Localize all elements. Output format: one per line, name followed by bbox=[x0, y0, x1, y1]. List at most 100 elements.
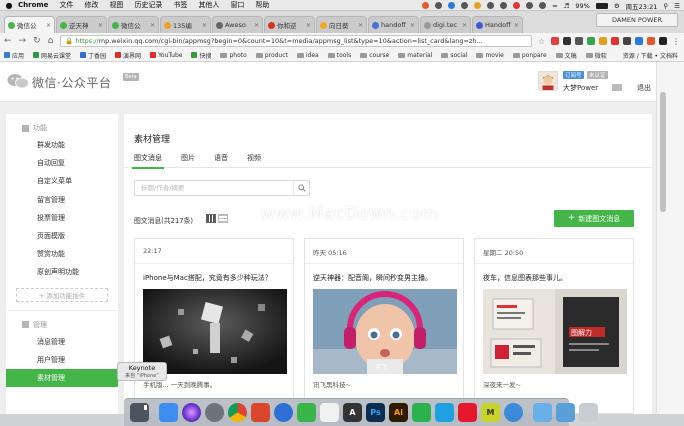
a-icon[interactable]: A bbox=[343, 403, 362, 422]
card-view-icon[interactable] bbox=[206, 214, 216, 223]
menu-history[interactable]: 历史记录 bbox=[134, 0, 162, 10]
status-app-icon[interactable] bbox=[526, 2, 534, 9]
chrome-icon[interactable] bbox=[228, 403, 247, 422]
browser-tab[interactable]: Aweso × bbox=[212, 16, 263, 33]
extension-icon[interactable] bbox=[659, 37, 667, 45]
status-app-icon[interactable] bbox=[435, 2, 443, 9]
menu-view[interactable]: 视图 bbox=[109, 0, 123, 10]
tab-close-icon[interactable]: × bbox=[202, 22, 207, 29]
wifi-icon[interactable]: ≈ bbox=[552, 2, 557, 10]
siri-icon[interactable] bbox=[182, 403, 201, 422]
tab-close-icon[interactable]: × bbox=[254, 22, 259, 29]
menu-window[interactable]: 窗口 bbox=[230, 0, 244, 10]
sidebar-item-votes[interactable]: 投票管理 bbox=[6, 209, 118, 227]
battery-icon[interactable] bbox=[595, 2, 608, 9]
search-icon[interactable] bbox=[293, 181, 309, 195]
star-icon[interactable]: ☆ bbox=[538, 37, 545, 46]
trash-icon[interactable] bbox=[579, 403, 598, 422]
browser-tab[interactable]: 向日葵 × bbox=[316, 16, 367, 33]
page-scrollbar[interactable] bbox=[656, 62, 684, 414]
status-app-icon[interactable] bbox=[487, 2, 495, 9]
sidebar-item-reward[interactable]: 赞赏功能 bbox=[6, 245, 118, 263]
menu-edit[interactable]: 修改 bbox=[84, 0, 98, 10]
profile-button[interactable]: DAMEN POWER bbox=[596, 13, 678, 27]
sidebar-item-custom-menu[interactable]: 自定义菜单 bbox=[6, 172, 118, 190]
qq-icon[interactable] bbox=[435, 403, 454, 422]
browser-tab[interactable]: 你和逆 × bbox=[264, 16, 315, 33]
status-app-icon[interactable] bbox=[422, 2, 430, 9]
bookmark-folder[interactable]: 文稿 bbox=[555, 51, 577, 60]
browser-tab[interactable]: handoff × bbox=[368, 16, 419, 33]
url-input[interactable]: 🔒 https:// mp.weixin.qq.com/cgi-bin/appm… bbox=[60, 35, 532, 47]
card-title[interactable]: 逆天神器：配音阁，瞬间秒变男主播。 bbox=[313, 273, 432, 283]
volume-icon[interactable]: ♬ bbox=[564, 2, 570, 10]
search-input[interactable] bbox=[135, 181, 293, 195]
browser-tab[interactable]: 135编 × bbox=[160, 16, 211, 33]
sublime-icon[interactable] bbox=[251, 403, 270, 422]
extension-icon[interactable] bbox=[563, 37, 571, 45]
menu-file[interactable]: 文件 bbox=[59, 0, 73, 10]
status-app-icon[interactable] bbox=[448, 2, 456, 9]
launchpad-icon[interactable] bbox=[205, 403, 224, 422]
photoshop-icon[interactable]: Ps bbox=[366, 403, 385, 422]
article-card[interactable]: 昨天 05:16 逆天神器：配音阁，瞬间秒变男主播。 讯飞 讯飞黑科技~ bbox=[304, 238, 464, 414]
calendar-icon[interactable] bbox=[320, 403, 339, 422]
tab-close-icon[interactable]: × bbox=[410, 22, 415, 29]
bookmark-folder[interactable]: social bbox=[441, 52, 467, 59]
tab-images[interactable]: 图片 bbox=[181, 148, 195, 168]
tab-voice[interactable]: 语音 bbox=[214, 148, 228, 168]
bookmark-folder[interactable]: photo bbox=[220, 52, 247, 59]
extension-icon[interactable] bbox=[587, 37, 595, 45]
menu-app-name[interactable]: Chrome bbox=[18, 1, 48, 9]
apple-icon[interactable]: ● bbox=[0, 1, 18, 10]
browser-tab[interactable]: digi.tec × bbox=[420, 16, 471, 33]
bookmark-item[interactable]: 快搜 bbox=[191, 51, 211, 60]
menu-bookmarks[interactable]: 书签 bbox=[173, 0, 187, 10]
card-title[interactable]: 夜车，信息图表那些事儿。 bbox=[483, 273, 567, 283]
notification-icon[interactable]: ☰ bbox=[674, 2, 680, 10]
menu-help[interactable]: 帮助 bbox=[255, 0, 269, 10]
tab-close-icon[interactable]: × bbox=[358, 22, 363, 29]
article-card[interactable]: 22:17 iPhone与Mac搭配，究竟有多少种玩法？ 手机版... 一天到晚… bbox=[134, 238, 294, 414]
other-bookmarks[interactable]: 资源 / 下载 • 文档料 bbox=[618, 49, 678, 61]
sidebar-item-original[interactable]: 原创声明功能 bbox=[6, 263, 118, 281]
bookmark-folder[interactable]: course bbox=[360, 52, 389, 59]
search-icon[interactable]: ⚲ bbox=[663, 2, 668, 10]
bookmark-folder[interactable]: product bbox=[255, 52, 288, 59]
menu-people[interactable]: 其他人 bbox=[198, 0, 219, 10]
sidebar-item-page-templates[interactable]: 页面模版 bbox=[6, 227, 118, 245]
wechat-logo-icon[interactable] bbox=[7, 73, 29, 89]
bookmark-item[interactable]: 演界网 bbox=[115, 51, 141, 60]
bookmark-folder[interactable]: 微软 bbox=[585, 51, 607, 60]
wechat-icon[interactable] bbox=[412, 403, 431, 422]
settings-icon[interactable] bbox=[504, 403, 523, 422]
tab-close-icon[interactable]: × bbox=[306, 22, 311, 29]
input-source-icon[interactable]: ⚙ bbox=[614, 2, 620, 10]
bookmark-item[interactable]: 网易云课堂 bbox=[33, 51, 71, 60]
sidebar-item-auto-reply[interactable]: 自动回复 bbox=[6, 154, 118, 172]
status-app-icon[interactable] bbox=[539, 2, 547, 9]
platform-logo-text[interactable]: 微信·公众平台 bbox=[32, 74, 111, 91]
browser-tab[interactable]: 微信公 × bbox=[4, 16, 55, 33]
sidebar-item-users[interactable]: 用户管理 bbox=[6, 351, 118, 369]
reload-icon[interactable]: ↻ bbox=[33, 36, 41, 46]
extension-icon[interactable] bbox=[611, 37, 619, 45]
status-app-icon[interactable] bbox=[500, 2, 508, 9]
add-plugin-button[interactable]: + 添加功能插件 bbox=[16, 287, 108, 302]
m-icon[interactable]: M bbox=[481, 403, 500, 422]
weibo-icon[interactable] bbox=[458, 403, 477, 422]
extension-icon[interactable] bbox=[551, 37, 559, 45]
bookmark-folder[interactable]: tools bbox=[327, 52, 351, 59]
tab-close-icon[interactable]: × bbox=[514, 22, 519, 29]
bookmark-apps[interactable]: 应用 bbox=[4, 51, 24, 60]
sidebar-item-comments[interactable]: 留言管理 bbox=[6, 191, 118, 209]
message-icon[interactable] bbox=[612, 84, 622, 91]
tab-articles[interactable]: 图文消息 bbox=[132, 148, 164, 169]
extension-icon[interactable] bbox=[599, 37, 607, 45]
verify-badge[interactable]: 未认证 bbox=[587, 71, 608, 79]
logout-link[interactable]: 退出 bbox=[637, 83, 651, 93]
keynote-handoff-icon[interactable] bbox=[130, 403, 149, 422]
extension-icon[interactable] bbox=[623, 37, 631, 45]
card-cover-image[interactable]: 讯飞 bbox=[313, 289, 457, 374]
tab-close-icon[interactable]: × bbox=[462, 22, 467, 29]
